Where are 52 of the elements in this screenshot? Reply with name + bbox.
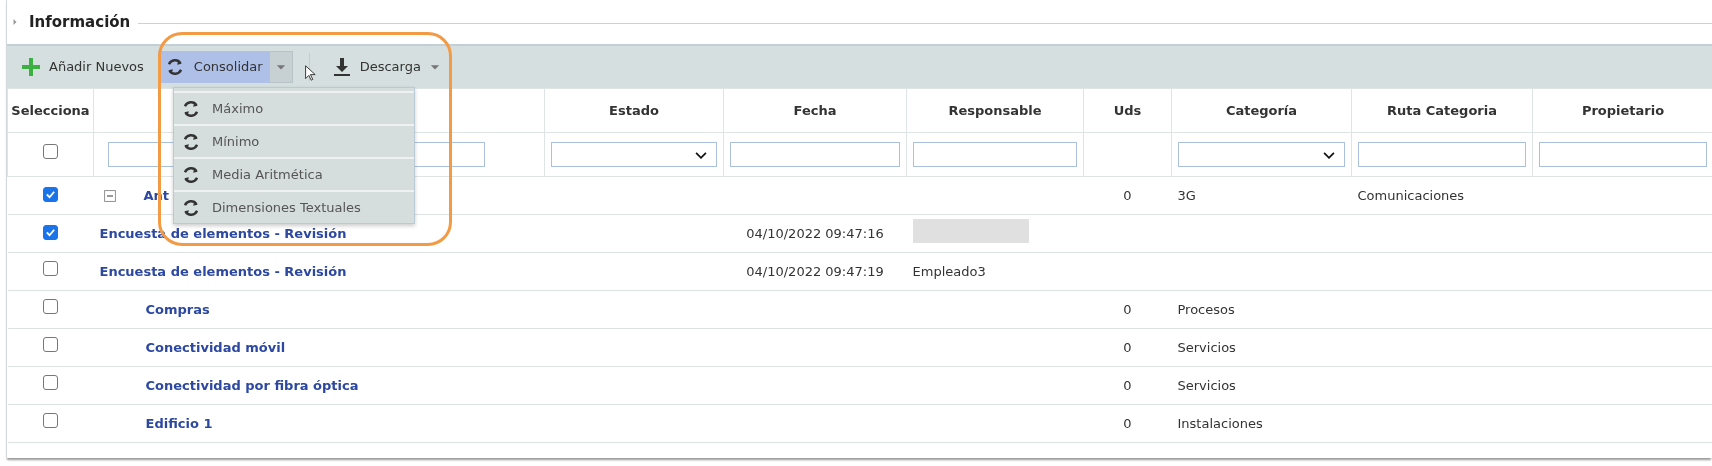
menu-item[interactable]: Media Aritmética bbox=[174, 157, 414, 190]
column-header: Fecha bbox=[793, 102, 837, 118]
checkbox[interactable] bbox=[43, 413, 58, 429]
column-header: Uds bbox=[1113, 102, 1142, 118]
checkbox[interactable] bbox=[43, 337, 58, 353]
column-header: Responsable bbox=[948, 102, 1042, 118]
column-header: Selecciona bbox=[11, 102, 90, 118]
menu-item[interactable]: Mínimo bbox=[174, 124, 414, 157]
row-link[interactable]: Conectividad móvil bbox=[145, 337, 286, 358]
date-text: 04/10/2022 09:47:19 bbox=[746, 263, 884, 279]
check-icon bbox=[45, 188, 56, 200]
menu-item[interactable]: Máximo bbox=[174, 91, 414, 124]
units-text: 0 bbox=[1123, 415, 1132, 431]
section-title: Información bbox=[29, 11, 131, 33]
dropdown-toggle[interactable] bbox=[268, 51, 293, 83]
checkbox[interactable] bbox=[43, 186, 58, 202]
filter-field[interactable] bbox=[1539, 142, 1707, 167]
column-header: Estado bbox=[609, 102, 659, 118]
row-link[interactable]: Compras bbox=[145, 299, 210, 320]
row-link[interactable]: Conectividad por fibra óptica bbox=[145, 375, 359, 396]
category-text: Servicios bbox=[1177, 377, 1236, 393]
category-text: Procesos bbox=[1177, 301, 1235, 317]
check-icon bbox=[45, 226, 56, 238]
units-text: 0 bbox=[1123, 187, 1132, 203]
responsible-text: Empleado3 bbox=[912, 263, 986, 279]
units-text: 0 bbox=[1123, 339, 1132, 355]
column-header: Ruta Categoria bbox=[1387, 102, 1497, 118]
category-text: 3G bbox=[1177, 187, 1196, 203]
checkbox[interactable] bbox=[43, 375, 58, 391]
column-header: Categoría bbox=[1225, 102, 1298, 118]
date-text: 04/10/2022 09:47:16 bbox=[746, 225, 884, 241]
plus-icon bbox=[21, 57, 41, 77]
category-text: Instalaciones bbox=[1177, 415, 1263, 431]
menu-item[interactable]: Dimensiones Textuales bbox=[174, 190, 414, 223]
checkbox[interactable] bbox=[43, 261, 58, 277]
filter-field[interactable] bbox=[730, 142, 900, 167]
units-text: 0 bbox=[1123, 377, 1132, 393]
download-icon bbox=[331, 57, 352, 77]
row-link[interactable]: Encuesta de elementos - Revisión bbox=[99, 261, 347, 282]
download-button[interactable]: Descarga bbox=[325, 51, 447, 83]
checkbox[interactable] bbox=[43, 144, 58, 160]
collapse-icon[interactable] bbox=[103, 189, 116, 202]
checkbox[interactable] bbox=[43, 299, 58, 315]
filter-field[interactable] bbox=[1358, 142, 1526, 167]
checkbox[interactable] bbox=[43, 224, 58, 240]
units-text: 0 bbox=[1123, 301, 1132, 317]
column-header: Propietario bbox=[1581, 102, 1665, 118]
row-link[interactable]: Edificio 1 bbox=[145, 413, 213, 434]
category-path-text: Comunicaciones bbox=[1357, 187, 1465, 203]
filter-field[interactable] bbox=[913, 142, 1077, 167]
add-button[interactable]: Añadir Nuevos bbox=[15, 51, 150, 83]
category-text: Servicios bbox=[1177, 339, 1236, 355]
